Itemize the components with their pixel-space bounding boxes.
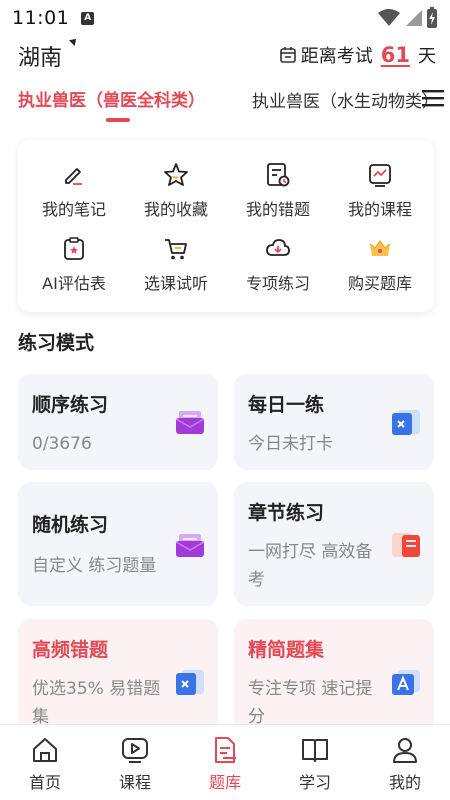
tool-special-practice[interactable]: 专项练习 bbox=[226, 236, 330, 306]
tools-card: 我的笔记 我的收藏 我的错题 我的课程 AI评估表 选课试听 专项练习 购买题库 bbox=[18, 140, 434, 312]
tool-label: 购买题库 bbox=[347, 274, 412, 293]
book-red-icon bbox=[392, 533, 420, 557]
status-indicators bbox=[378, 7, 438, 29]
cart-icon bbox=[165, 239, 187, 260]
tool-label: 专项练习 bbox=[245, 274, 310, 293]
translate-blue-icon bbox=[392, 670, 420, 695]
card-title: 顺序练习 bbox=[32, 394, 109, 416]
nav-home[interactable]: 首页 bbox=[0, 725, 90, 800]
card-title: 每日一练 bbox=[248, 394, 325, 416]
card-subtitle: 一网打尽 高效备考 bbox=[248, 542, 373, 590]
card-subtitle: 专注专项 速记提分 bbox=[248, 679, 373, 727]
bottom-nav: 首页 课程 题库 学习 我的 bbox=[0, 724, 450, 800]
nav-question-bank[interactable]: 题库 bbox=[180, 725, 270, 800]
card-subtitle: 优选35% 易错题集 bbox=[32, 679, 161, 727]
tool-buy-question-bank[interactable]: 购买题库 bbox=[328, 236, 432, 306]
nav-courses[interactable]: 课程 bbox=[90, 725, 180, 800]
card-random-practice[interactable]: 随机练习 自定义 练习题量 bbox=[18, 482, 218, 606]
buy-bank-icon bbox=[369, 239, 391, 256]
card-daily-practice[interactable]: 每日一练 今日未打卡 bbox=[234, 374, 434, 470]
nav-profile[interactable]: 我的 bbox=[360, 725, 450, 800]
battery-icon bbox=[427, 7, 437, 28]
card-title: 精简题集 bbox=[248, 639, 325, 661]
tool-label: 选课试听 bbox=[143, 274, 208, 293]
card-chapter-practice[interactable]: 章节练习 一网打尽 高效备考 bbox=[234, 482, 434, 606]
exam-countdown[interactable]: 距离考试 61 天 bbox=[279, 42, 436, 68]
nav-label: 课程 bbox=[118, 773, 151, 792]
tab-vet-aquatic[interactable]: 执业兽医（水生动物类） bbox=[252, 87, 428, 112]
calendar-icon bbox=[279, 47, 296, 63]
question-bank-icon bbox=[215, 737, 236, 763]
nav-label: 学习 bbox=[298, 773, 331, 792]
tool-label: 我的错题 bbox=[245, 200, 310, 219]
assessment-icon bbox=[64, 237, 84, 260]
status-bar: 11:01 A bbox=[0, 0, 450, 36]
category-tabs: 执业兽医（兽医全科类） 执业兽医（水生动物类） bbox=[0, 84, 450, 126]
star-icon bbox=[164, 163, 188, 186]
countdown-days: 61 bbox=[380, 43, 410, 67]
tool-label: AI评估表 bbox=[42, 274, 106, 293]
nav-label: 题库 bbox=[208, 773, 241, 792]
tool-ai-assessment[interactable]: AI评估表 bbox=[22, 236, 126, 306]
card-concise-set[interactable]: 精简题集 专注专项 速记提分 bbox=[234, 619, 434, 729]
envelope-purple-icon bbox=[175, 411, 205, 434]
tool-label: 我的收藏 bbox=[143, 200, 208, 219]
card-subtitle: 自定义 练习题量 bbox=[32, 556, 157, 576]
user-icon bbox=[393, 738, 417, 763]
course-icon bbox=[369, 164, 391, 187]
practice-section-title: 练习模式 bbox=[18, 332, 95, 354]
notification-a-icon: A bbox=[81, 11, 95, 25]
card-title: 高频错题 bbox=[32, 639, 109, 661]
calendar-blue-icon bbox=[392, 410, 420, 435]
tool-my-courses[interactable]: 我的课程 bbox=[328, 162, 432, 232]
countdown-suffix: 天 bbox=[418, 46, 436, 67]
home-icon bbox=[33, 738, 57, 762]
card-sequential-practice[interactable]: 顺序练习 0/3676 bbox=[18, 374, 218, 470]
special-practice-icon bbox=[266, 239, 290, 256]
wifi-icon bbox=[378, 9, 400, 26]
book-icon bbox=[302, 739, 328, 762]
tool-my-favorites[interactable]: 我的收藏 bbox=[124, 162, 228, 232]
card-frequent-errors[interactable]: 高频错题 优选35% 易错题集 bbox=[18, 619, 218, 729]
envelope-purple-icon bbox=[175, 534, 205, 557]
tab-vet-general[interactable]: 执业兽医（兽医全科类） bbox=[18, 86, 205, 111]
wrong-questions-icon bbox=[267, 163, 290, 187]
nav-label: 首页 bbox=[28, 773, 61, 792]
tool-my-notes[interactable]: 我的笔记 bbox=[22, 162, 126, 232]
play-icon bbox=[122, 738, 148, 763]
header: 湖南 距离考试 61 天 bbox=[0, 36, 450, 74]
card-subtitle: 0/3676 bbox=[32, 434, 92, 454]
nav-study[interactable]: 学习 bbox=[270, 725, 360, 800]
countdown-prefix: 距离考试 bbox=[300, 46, 373, 67]
card-title: 章节练习 bbox=[248, 502, 325, 524]
menu-icon[interactable] bbox=[422, 88, 444, 108]
tool-label: 我的课程 bbox=[347, 200, 412, 219]
tool-course-trial[interactable]: 选课试听 bbox=[124, 236, 228, 306]
calendar-blue-icon bbox=[176, 670, 204, 695]
active-tab-indicator bbox=[106, 118, 130, 122]
status-time: 11:01 bbox=[12, 7, 70, 29]
nav-label: 我的 bbox=[388, 773, 421, 792]
region-selector[interactable]: 湖南 bbox=[18, 40, 62, 72]
note-icon bbox=[65, 168, 82, 185]
card-subtitle: 今日未打卡 bbox=[248, 434, 333, 454]
signal-icon bbox=[406, 10, 422, 26]
card-title: 随机练习 bbox=[32, 514, 109, 536]
tool-my-wrong-questions[interactable]: 我的错题 bbox=[226, 162, 330, 232]
tool-label: 我的笔记 bbox=[41, 200, 106, 219]
region-caret-icon bbox=[69, 36, 79, 46]
